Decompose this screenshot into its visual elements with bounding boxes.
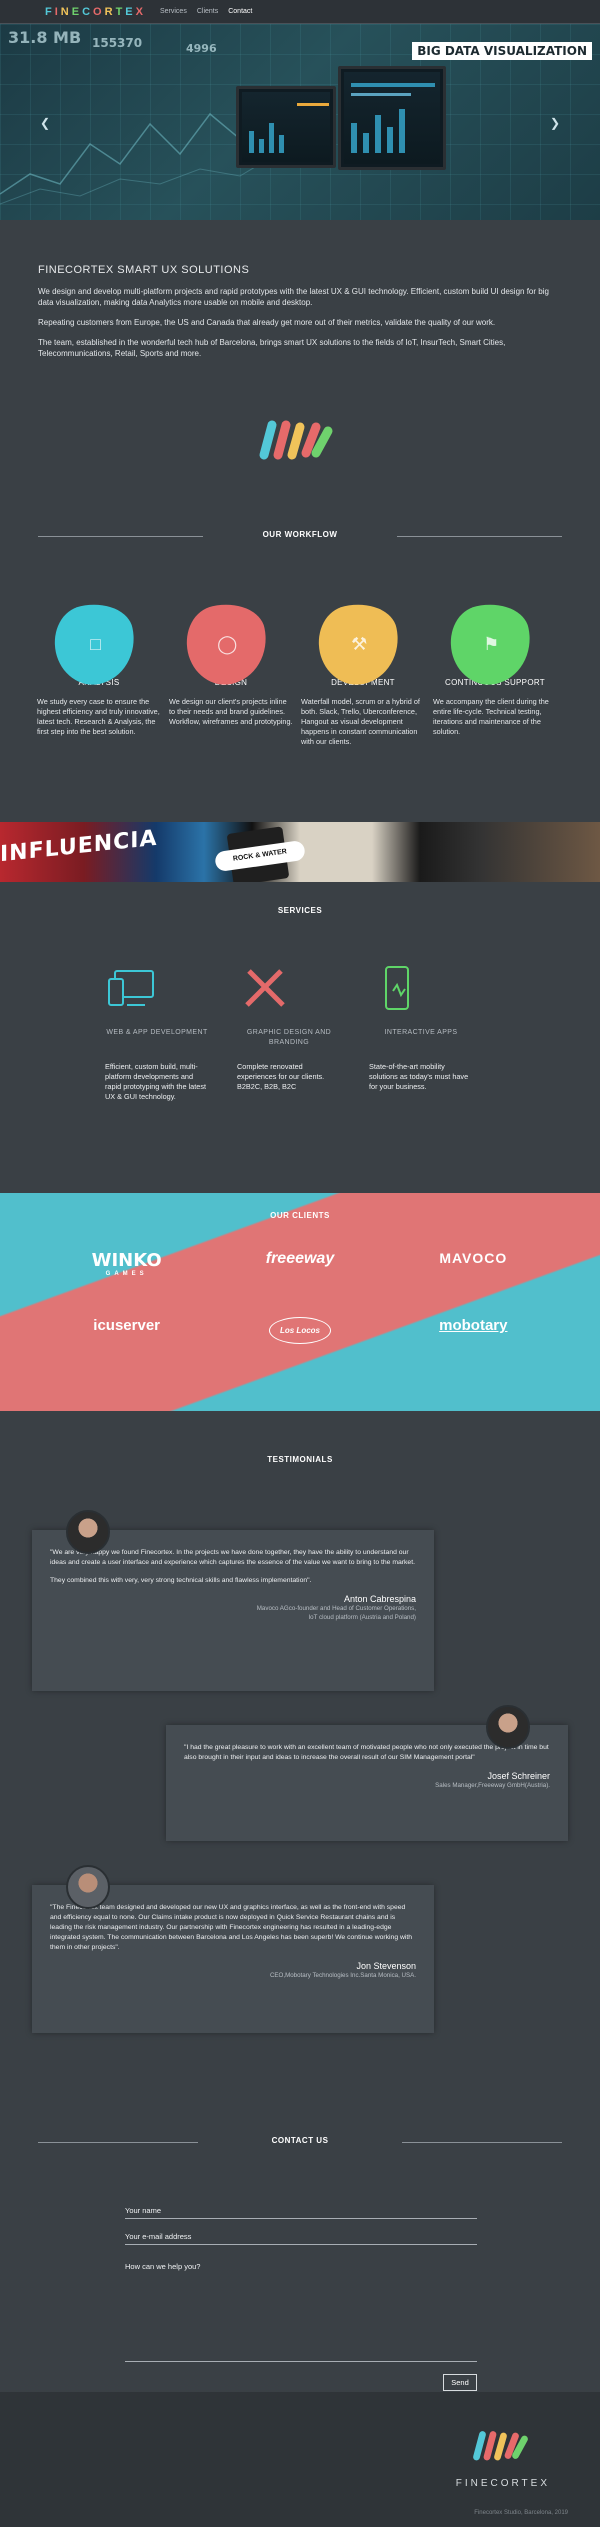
nav-logo-letter: T — [115, 5, 126, 18]
services-section: SERVICES WEB & APP DEVELOPMENT Efficient… — [0, 906, 600, 1102]
portfolio-banner: INFLUENCIA ROCK & WATER — [0, 822, 600, 882]
workflow-item-text: Waterfall model, scrum or a hybrid of bo… — [301, 697, 420, 746]
intro-paragraph: We design and develop multi-platform pro… — [38, 287, 549, 307]
chevron-right-icon[interactable]: ❯ — [550, 116, 560, 130]
workflow-section: OUR WORKFLOW □ ANALYSIS We study every c… — [0, 530, 600, 747]
brand-mark-logo — [259, 420, 333, 460]
testimonial-name: Josef Schreiner — [487, 1771, 550, 1781]
testimonial-quote: "We are very happy we found Finecortex. … — [50, 1549, 415, 1566]
testimonial-role: CEO,Mobotary Technologies Inc.Santa Moni… — [269, 1972, 416, 1979]
email-field[interactable]: Your e-mail address — [125, 2232, 477, 2245]
client-logo-freeeway[interactable]: freeeway — [213, 1250, 386, 1277]
nav-logo-letter: O — [93, 5, 105, 18]
service-label: GRAPHIC DESIGN AND BRANDING — [246, 1029, 332, 1046]
service-web-app: WEB & APP DEVELOPMENT Efficient, custom … — [105, 965, 209, 1102]
service-text: State-of-the-art mobility solutions as t… — [369, 1062, 469, 1091]
workflow-item-text: We study every case to ensure the highes… — [37, 697, 160, 736]
intro-section: FINECORTEX SMART UX SOLUTIONS We design … — [0, 220, 600, 540]
chevron-left-icon[interactable]: ❮ — [40, 116, 50, 130]
intro-heading: FINECORTEX SMART UX SOLUTIONS — [38, 264, 250, 276]
testimonial-quote: "The Finecortex team designed and develo… — [50, 1904, 413, 1951]
nav-link-clients[interactable]: Clients — [197, 8, 218, 15]
hero-stat: 31.8 MB — [8, 28, 82, 47]
clients-section: OUR CLIENTS WINKO GAMES freeeway MAVOCO … — [0, 1193, 600, 1411]
nav-logo-letter: X — [135, 5, 146, 18]
hero-stat: 4996 — [186, 42, 217, 55]
workflow-item-text: We design our client's projects inline t… — [169, 697, 293, 726]
banner-text: INFLUENCIA — [0, 825, 158, 868]
testimonials-section: TESTIMONIALS "We are very happy we found… — [0, 1455, 600, 2033]
workflow-item-text: We accompany the client during the entir… — [433, 697, 549, 736]
intro-paragraph: Repeating customers from Europe, the US … — [38, 318, 496, 327]
nav-logo-letter: E — [71, 5, 83, 18]
testimonial-name: Jon Stevenson — [356, 1961, 416, 1971]
clients-title: OUR CLIENTS — [270, 1211, 330, 1220]
services-title: SERVICES — [277, 906, 323, 915]
nav-logo-letter: C — [82, 5, 94, 18]
contact-title: CONTACT US — [271, 2136, 329, 2145]
top-nav: FINECORTEX Services Clients Contact — [0, 0, 600, 24]
testimonial-role: IoT cloud platform (Austria and Poland) — [308, 1614, 416, 1621]
testimonial-role: Sales Manager,Freeeway GmbH(Austria). — [435, 1782, 550, 1789]
hero-stat: 155370 — [92, 36, 143, 50]
service-text: Complete renovated experiences for our c… — [237, 1062, 325, 1091]
hero-carousel: 31.8 MB 155370 4996 BIG DATA VISUALIZATI… — [0, 24, 600, 220]
nav-logo-letter: E — [125, 5, 136, 18]
nav-logo-letter: N — [60, 5, 72, 18]
name-field[interactable]: Your name — [125, 2206, 477, 2219]
nav-logo-letter: R — [104, 5, 116, 18]
message-placeholder: How can we help you? — [125, 2262, 201, 2271]
workflow-title-rule: OUR WORKFLOW — [0, 530, 600, 544]
workflow-item-analysis: □ ANALYSIS We study every case to ensure… — [37, 596, 161, 747]
contact-section: CONTACT US Your name Your e-mail address… — [0, 2136, 600, 2391]
client-logo-winko[interactable]: WINKO GAMES — [40, 1250, 213, 1277]
nav-logo[interactable]: FINECORTEX — [45, 6, 146, 18]
client-logo-mavoco[interactable]: MAVOCO — [387, 1250, 560, 1277]
footer-brand-mark-logo — [473, 2431, 528, 2461]
devices-icon — [108, 970, 154, 1006]
contact-title-rule: CONTACT US — [0, 2136, 600, 2150]
footer-brand: FINECORTEX — [455, 2478, 550, 2489]
workflow-item-design: ◯ DESIGN We design our client's projects… — [169, 596, 293, 747]
message-textarea[interactable]: How can we help you? — [125, 2262, 477, 2362]
testimonials-title: TESTIMONIALS — [267, 1455, 333, 1464]
testimonial-quote: "I had the great pleasure to work with a… — [184, 1744, 549, 1761]
nav-link-contact[interactable]: Contact — [228, 8, 252, 15]
hero-line-graph — [0, 112, 260, 205]
client-logo-icuserver[interactable]: icuserver — [40, 1317, 213, 1344]
workflow-title: OUR WORKFLOW — [262, 530, 338, 539]
nav-logo-letter: F — [45, 5, 55, 18]
service-label: WEB & APP DEVELOPMENT — [106, 1029, 208, 1036]
avatar — [486, 1705, 530, 1749]
workflow-item-support: ⚑ CONTINUOUS SUPPORT We accompany the cl… — [433, 596, 557, 747]
service-label: INTERACTIVE APPS — [384, 1029, 458, 1036]
phone-touch-icon — [385, 966, 409, 1010]
footer-address: Finecortex Studio, Barcelona, 2019 — [474, 2510, 568, 2516]
testimonial-card: "We are very happy we found Finecortex. … — [32, 1530, 434, 1691]
testimonial-role: Mavoco AGco-founder and Head of Customer… — [256, 1605, 416, 1612]
monitor-right — [338, 66, 446, 170]
client-logo-loslocos[interactable]: Los Locos — [213, 1317, 386, 1344]
client-logo-mobotary[interactable]: mobotary — [387, 1317, 560, 1344]
nav-link-services[interactable]: Services — [160, 8, 187, 15]
avatar — [66, 1510, 110, 1554]
intro-paragraph: The team, established in the wonderful t… — [38, 338, 506, 358]
service-interactive-apps: INTERACTIVE APPS State-of-the-art mobili… — [369, 965, 473, 1102]
service-graphic-design: GRAPHIC DESIGN AND BRANDING Complete ren… — [237, 965, 341, 1102]
testimonial-quote: They combined this with very, very stron… — [50, 1577, 312, 1584]
pencil-ruler-icon — [245, 969, 285, 1007]
footer: FINECORTEX Finecortex Studio, Barcelona,… — [0, 2392, 600, 2527]
hero-title: BIG DATA VISUALIZATION — [412, 42, 592, 60]
monitor-left — [236, 86, 336, 168]
workflow-item-development: ⚒ DEVELOPMENT Waterfall model, scrum or … — [301, 596, 425, 747]
send-button[interactable]: Send — [443, 2374, 477, 2391]
testimonial-name: Anton Cabrespina — [343, 1594, 416, 1604]
service-text: Efficient, custom build, multi-platform … — [105, 1062, 206, 1101]
avatar — [66, 1865, 110, 1909]
